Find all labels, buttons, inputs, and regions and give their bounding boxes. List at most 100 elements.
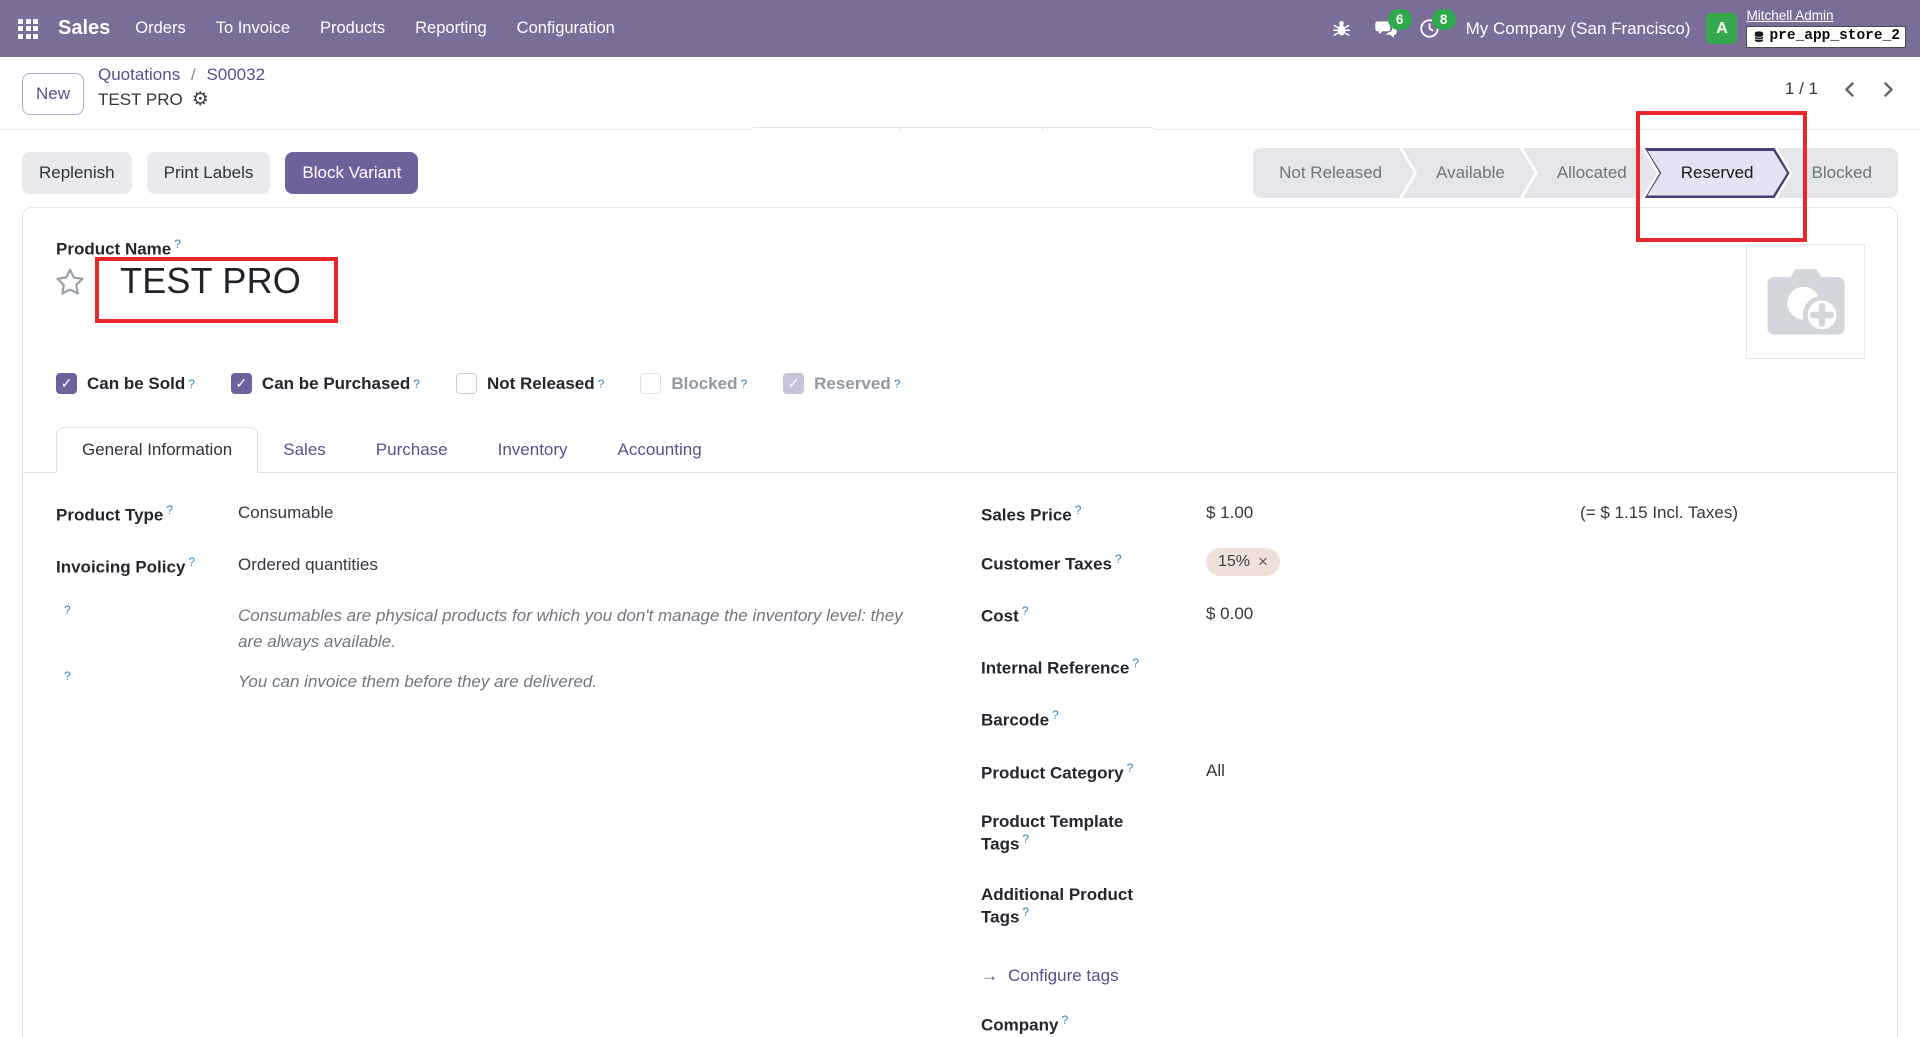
consumable-note-row: ? Consumables are physical products for … xyxy=(56,603,956,655)
invoicing-policy-value[interactable]: Ordered quantities xyxy=(238,555,378,575)
additional-product-tags-label: Additional Product Tags xyxy=(981,885,1134,927)
product-template-tags-label: Product Template Tags xyxy=(981,812,1124,854)
cost-value[interactable]: $ 0.00 xyxy=(1206,604,1253,624)
company-label: Company xyxy=(981,1015,1059,1035)
help-icon[interactable]: ? xyxy=(166,503,173,517)
block-variant-button[interactable]: Block Variant xyxy=(285,152,419,194)
help-icon[interactable]: ? xyxy=(1052,708,1059,722)
tab-sales[interactable]: Sales xyxy=(258,428,351,472)
product-name-label: Product Name? xyxy=(56,237,181,259)
product-name-input[interactable]: TEST PRO xyxy=(120,260,301,302)
help-icon[interactable]: ? xyxy=(64,669,71,683)
menu-configuration[interactable]: Configuration xyxy=(502,0,630,57)
status-step-reserved-active[interactable]: Reserved xyxy=(1645,148,1790,198)
messages-count-badge: 6 xyxy=(1387,9,1412,30)
consumable-note-text: Consumables are physical products for wh… xyxy=(238,606,903,651)
form-right-column: Sales Price? $ 1.00 (= $ 1.15 Incl. Taxe… xyxy=(981,503,1738,1036)
help-icon[interactable]: ? xyxy=(740,377,747,391)
help-icon[interactable]: ? xyxy=(1022,604,1029,618)
cost-label: Cost xyxy=(981,606,1019,626)
help-icon[interactable]: ? xyxy=(188,555,195,569)
pager-next-icon[interactable] xyxy=(1881,81,1896,98)
help-icon[interactable]: ? xyxy=(188,377,195,391)
statusbar: Not Released Available Allocated Reserve… xyxy=(1253,148,1898,198)
help-icon[interactable]: ? xyxy=(1127,761,1134,775)
cost-row: Cost? $ 0.00 xyxy=(981,604,1738,656)
gear-icon[interactable]: ⚙ xyxy=(192,88,209,111)
activities-clock-icon[interactable]: 8 xyxy=(1413,0,1456,57)
status-step-not-released[interactable]: Not Released xyxy=(1253,148,1414,198)
user-avatar[interactable]: A xyxy=(1706,13,1738,44)
product-type-label: Product Type xyxy=(56,505,164,525)
help-icon[interactable]: ? xyxy=(894,377,901,391)
internal-reference-label: Internal Reference xyxy=(981,658,1130,678)
messages-chat-icon[interactable]: 6 xyxy=(1369,0,1412,57)
checkbox-can-be-purchased[interactable]: ✓ Can be Purchased? xyxy=(230,373,420,394)
company-row: Company? xyxy=(981,1013,1738,1036)
tab-purchase[interactable]: Purchase xyxy=(351,428,473,472)
favorite-star-icon[interactable] xyxy=(54,266,86,303)
database-name: pre_app_store_2 xyxy=(1769,27,1900,44)
pager: 1 / 1 xyxy=(1785,79,1896,99)
checkbox-not-released[interactable]: Not Released? xyxy=(455,373,605,394)
debug-bug-icon[interactable] xyxy=(1325,0,1359,57)
checkbox-reserved: ✓ Reserved? xyxy=(783,373,900,394)
user-name[interactable]: Mitchell Admin xyxy=(1746,8,1906,24)
breadcrumb-quotations[interactable]: Quotations xyxy=(98,65,180,84)
tax-tag[interactable]: 15% × xyxy=(1206,548,1280,576)
product-type-row: Product Type? Consumable xyxy=(56,503,956,555)
help-icon[interactable]: ? xyxy=(1022,832,1029,846)
customer-taxes-row: Customer Taxes? 15% × xyxy=(981,548,1738,604)
checkbox-unchecked-disabled-icon xyxy=(640,373,662,394)
replenish-button[interactable]: Replenish xyxy=(22,152,132,194)
help-icon[interactable]: ? xyxy=(1115,552,1122,566)
product-category-value[interactable]: All xyxy=(1206,761,1225,781)
odoo-product-form-page: Sales Orders To Invoice Products Reporti… xyxy=(0,0,1920,1037)
product-template-tags-row: Product Template Tags? xyxy=(981,812,1738,885)
status-step-blocked[interactable]: Blocked xyxy=(1777,148,1898,198)
product-flags-row: ✓ Can be Sold? ✓ Can be Purchased? Not R… xyxy=(56,373,900,394)
product-image-placeholder[interactable] xyxy=(1746,244,1865,359)
breadcrumb-separator: / xyxy=(190,65,196,84)
apps-grid-icon[interactable] xyxy=(0,0,56,57)
main-menu: Orders To Invoice Products Reporting Con… xyxy=(120,0,630,57)
tab-general-information[interactable]: General Information xyxy=(56,427,259,473)
menu-reporting[interactable]: Reporting xyxy=(400,0,502,57)
product-category-row: Product Category? All xyxy=(981,761,1738,812)
product-category-label: Product Category xyxy=(981,763,1124,783)
tax-tag-remove-icon[interactable]: × xyxy=(1258,552,1268,572)
barcode-label: Barcode xyxy=(981,710,1050,730)
sales-price-value[interactable]: $ 1.00 xyxy=(1206,503,1253,523)
help-icon[interactable]: ? xyxy=(64,603,71,617)
sales-price-label: Sales Price xyxy=(981,505,1072,525)
status-step-available[interactable]: Available xyxy=(1402,148,1535,198)
help-icon[interactable]: ? xyxy=(1061,1013,1068,1027)
invoice-note-text: You can invoice them before they are del… xyxy=(238,672,598,691)
menu-products[interactable]: Products xyxy=(305,0,400,57)
help-icon[interactable]: ? xyxy=(1075,503,1082,517)
app-name-sales[interactable]: Sales xyxy=(58,17,110,40)
configure-tags-link[interactable]: → Configure tags xyxy=(981,966,1119,986)
pager-previous-icon[interactable] xyxy=(1842,81,1857,98)
product-type-value[interactable]: Consumable xyxy=(238,503,333,523)
breadcrumb: Quotations / S00032 TEST PRO ⚙ xyxy=(98,65,265,111)
status-step-allocated[interactable]: Allocated xyxy=(1523,148,1657,198)
form-left-column: Product Type? Consumable Invoicing Polic… xyxy=(56,503,956,695)
help-icon[interactable]: ? xyxy=(1132,656,1139,670)
menu-orders[interactable]: Orders xyxy=(120,0,200,57)
help-icon[interactable]: ? xyxy=(413,377,420,391)
breadcrumb-s00032[interactable]: S00032 xyxy=(206,65,265,84)
print-labels-button[interactable]: Print Labels xyxy=(146,152,271,194)
menu-to-invoice[interactable]: To Invoice xyxy=(201,0,305,57)
checkbox-can-be-sold[interactable]: ✓ Can be Sold? xyxy=(56,373,195,394)
invoicing-policy-row: Invoicing Policy? Ordered quantities xyxy=(56,555,956,601)
tab-inventory[interactable]: Inventory xyxy=(473,428,593,472)
help-icon[interactable]: ? xyxy=(174,237,181,251)
tax-tag-value: 15% xyxy=(1218,553,1251,570)
help-icon[interactable]: ? xyxy=(1022,905,1029,919)
help-icon[interactable]: ? xyxy=(598,377,605,391)
new-button[interactable]: New xyxy=(22,73,84,115)
company-switcher[interactable]: My Company (San Francisco) xyxy=(1466,19,1691,39)
tab-accounting[interactable]: Accounting xyxy=(593,428,727,472)
user-menu[interactable]: Mitchell Admin pre_app_store_2 xyxy=(1746,8,1906,48)
